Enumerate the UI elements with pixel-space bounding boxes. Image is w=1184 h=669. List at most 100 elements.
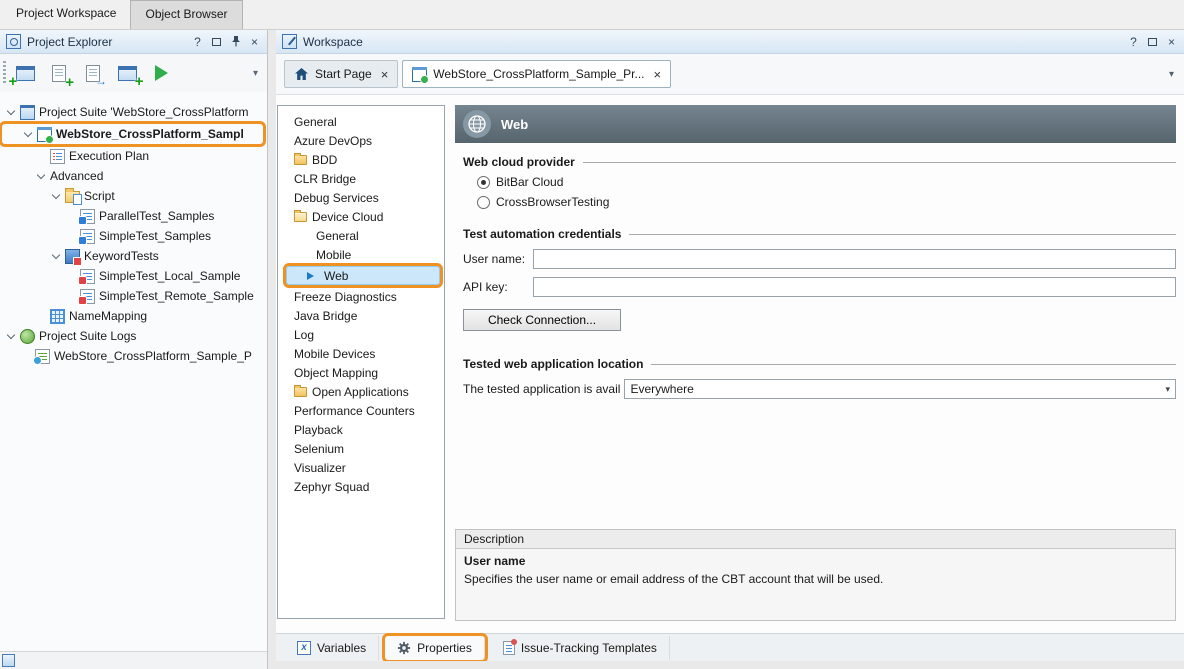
tree-item-label: Project Suite 'WebStore_CrossPlatform [39, 105, 248, 119]
props-nav-item-selenium-17[interactable]: Selenium [278, 439, 444, 458]
tree-item-keywordtests[interactable]: KeywordTests [0, 246, 267, 266]
description-body: User name Specifies the user name or ema… [456, 549, 1175, 591]
page-plus-icon [52, 65, 66, 82]
top-tab-project-workspace[interactable]: Project Workspace [2, 0, 130, 29]
tree-expander-icon[interactable] [51, 191, 61, 201]
combobox-value: Everywhere [630, 382, 693, 396]
tree-item-label: SimpleTest_Remote_Sample [99, 289, 254, 303]
props-nav-label: BDD [312, 153, 337, 167]
float-button[interactable] [1144, 33, 1161, 50]
props-nav-item-log-11[interactable]: Log [278, 325, 444, 344]
tree-item-label: Project Suite Logs [39, 329, 136, 343]
tree-expander-icon[interactable] [23, 129, 33, 139]
props-nav-item-freeze-diagnostics-9[interactable]: Freeze Diagnostics [278, 287, 444, 306]
user-name-input[interactable] [533, 249, 1176, 269]
toolbar-grip[interactable] [3, 61, 6, 85]
add-project-button[interactable] [44, 58, 74, 88]
props-nav-item-debug-services-4[interactable]: Debug Services [278, 188, 444, 207]
api-key-input[interactable] [533, 277, 1176, 297]
props-nav-label: Log [294, 328, 314, 342]
tree-item-webstore-crossplatform-sampl[interactable]: WebStore_CrossPlatform_Sampl [2, 124, 263, 144]
bottom-tab-issue-tracking-templates[interactable]: Issue-Tracking Templates [491, 636, 670, 660]
bottom-tab-label: Variables [317, 641, 366, 655]
project-explorer-icon [6, 34, 21, 49]
float-button[interactable] [208, 33, 225, 50]
docked-panel-icon[interactable] [2, 654, 15, 667]
top-tab-object-browser[interactable]: Object Browser [130, 0, 242, 29]
props-nav-item-java-bridge-10[interactable]: Java Bridge [278, 306, 444, 325]
radio-crossbrowsertesting[interactable]: CrossBrowserTesting [477, 195, 1176, 209]
panel-splitter[interactable] [268, 30, 276, 669]
float-icon [212, 38, 221, 46]
radio-label: BitBar Cloud [496, 175, 563, 189]
props-nav-item-general-0[interactable]: General [278, 112, 444, 131]
help-button[interactable]: ? [189, 33, 206, 50]
tree-expander-icon[interactable] [6, 331, 16, 341]
tree-item-label: ParallelTest_Samples [99, 209, 214, 223]
tree-item-simpletest-remote-sample[interactable]: SimpleTest_Remote_Sample [0, 286, 267, 306]
props-nav-item-visualizer-18[interactable]: Visualizer [278, 458, 444, 477]
main-area: Project Explorer ?× ▾ Project Suite 'Web… [0, 29, 1184, 669]
props-nav-item-mobile-7[interactable]: Mobile [278, 245, 444, 264]
group-heading-label: Tested web application location [463, 357, 643, 371]
window-plus-icon [16, 66, 35, 81]
tree-item-project-suite-logs[interactable]: Project Suite Logs [0, 326, 267, 346]
tree-item-paralleltest-samples[interactable]: ParallelTest_Samples [0, 206, 267, 226]
properties-content: Web Web cloud provider BitBar Cloud Cros… [455, 105, 1176, 633]
props-nav-item-bdd-2[interactable]: BDD [278, 150, 444, 169]
workspace-header: Workspace ?× [276, 30, 1184, 54]
run-project-button[interactable] [146, 58, 176, 88]
execution-plan-icon [50, 149, 65, 164]
radio-bitbar-cloud[interactable]: BitBar Cloud [477, 175, 1176, 189]
props-nav-item-playback-16[interactable]: Playback [278, 420, 444, 439]
props-nav-item-mobile-devices-12[interactable]: Mobile Devices [278, 344, 444, 363]
close-button[interactable]: × [1163, 33, 1180, 50]
tree-item-simpletest-samples[interactable]: SimpleTest_Samples [0, 226, 267, 246]
location-row: The tested application is avail Everywhe… [463, 379, 1176, 399]
group-heading-label: Test automation credentials [463, 227, 621, 241]
bottom-tab-properties[interactable]: Properties [385, 636, 485, 660]
tree-expander-icon[interactable] [51, 251, 61, 261]
props-nav-item-object-mapping-13[interactable]: Object Mapping [278, 363, 444, 382]
close-icon[interactable]: × [381, 67, 389, 82]
props-nav-item-web-8[interactable]: Web [286, 266, 440, 285]
tree-item-label: WebStore_CrossPlatform_Sampl [56, 127, 244, 141]
tree-item-project-suite-webstore-crossplatform[interactable]: Project Suite 'WebStore_CrossPlatform [0, 102, 267, 122]
tree-item-advanced[interactable]: Advanced [0, 166, 267, 186]
doc-tab-start-page[interactable]: Start Page × [284, 60, 398, 88]
bottom-tab-label: Issue-Tracking Templates [521, 641, 657, 655]
pin-button[interactable] [227, 33, 244, 50]
help-button[interactable]: ? [1125, 33, 1142, 50]
props-nav-item-device-cloud-5[interactable]: Device Cloud [278, 207, 444, 226]
props-nav-item-general-6[interactable]: General [278, 226, 444, 245]
field-row-user-name: User name: [463, 249, 1176, 269]
location-combobox[interactable]: Everywhere ▾ [624, 379, 1176, 399]
tree-item-namemapping[interactable]: NameMapping [0, 306, 267, 326]
project-explorer-panel: Project Explorer ?× ▾ Project Suite 'Web… [0, 30, 268, 669]
toolbar-dropdown-button[interactable]: ▾ [250, 68, 261, 79]
document-list-dropdown[interactable]: ▾ [1167, 69, 1176, 80]
props-nav-item-clr-bridge-3[interactable]: CLR Bridge [278, 169, 444, 188]
add-project-suite-button[interactable] [10, 58, 40, 88]
script-unit-icon [80, 209, 95, 224]
tree-expander-icon[interactable] [36, 171, 46, 181]
add-existing-item-button[interactable] [112, 58, 142, 88]
tree-item-execution-plan[interactable]: Execution Plan [0, 146, 267, 166]
name-mapping-icon [50, 309, 65, 324]
close-icon[interactable]: × [654, 67, 662, 82]
props-nav-item-performance-counters-15[interactable]: Performance Counters [278, 401, 444, 420]
tree-item-script[interactable]: Script [0, 186, 267, 206]
tree-item-webstore-crossplatform-sample-p[interactable]: WebStore_CrossPlatform_Sample_P [0, 346, 267, 366]
tree-item-simpletest-local-sample[interactable]: SimpleTest_Local_Sample [0, 266, 267, 286]
props-nav-label: General [294, 115, 337, 129]
close-button[interactable]: × [246, 33, 263, 50]
props-nav-item-azure-devops-1[interactable]: Azure DevOps [278, 131, 444, 150]
bottom-tab-label: Properties [417, 641, 472, 655]
tree-expander-icon[interactable] [6, 107, 16, 117]
props-nav-item-open-applications-14[interactable]: Open Applications [278, 382, 444, 401]
check-connection-button[interactable]: Check Connection... [463, 309, 621, 331]
bottom-tab-variables[interactable]: Variables [285, 636, 379, 660]
doc-tab-webstore-crossplatform-sample-pr[interactable]: WebStore_CrossPlatform_Sample_Pr... × [402, 60, 671, 88]
add-item-button[interactable] [78, 58, 108, 88]
props-nav-item-zephyr-squad-19[interactable]: Zephyr Squad [278, 477, 444, 496]
